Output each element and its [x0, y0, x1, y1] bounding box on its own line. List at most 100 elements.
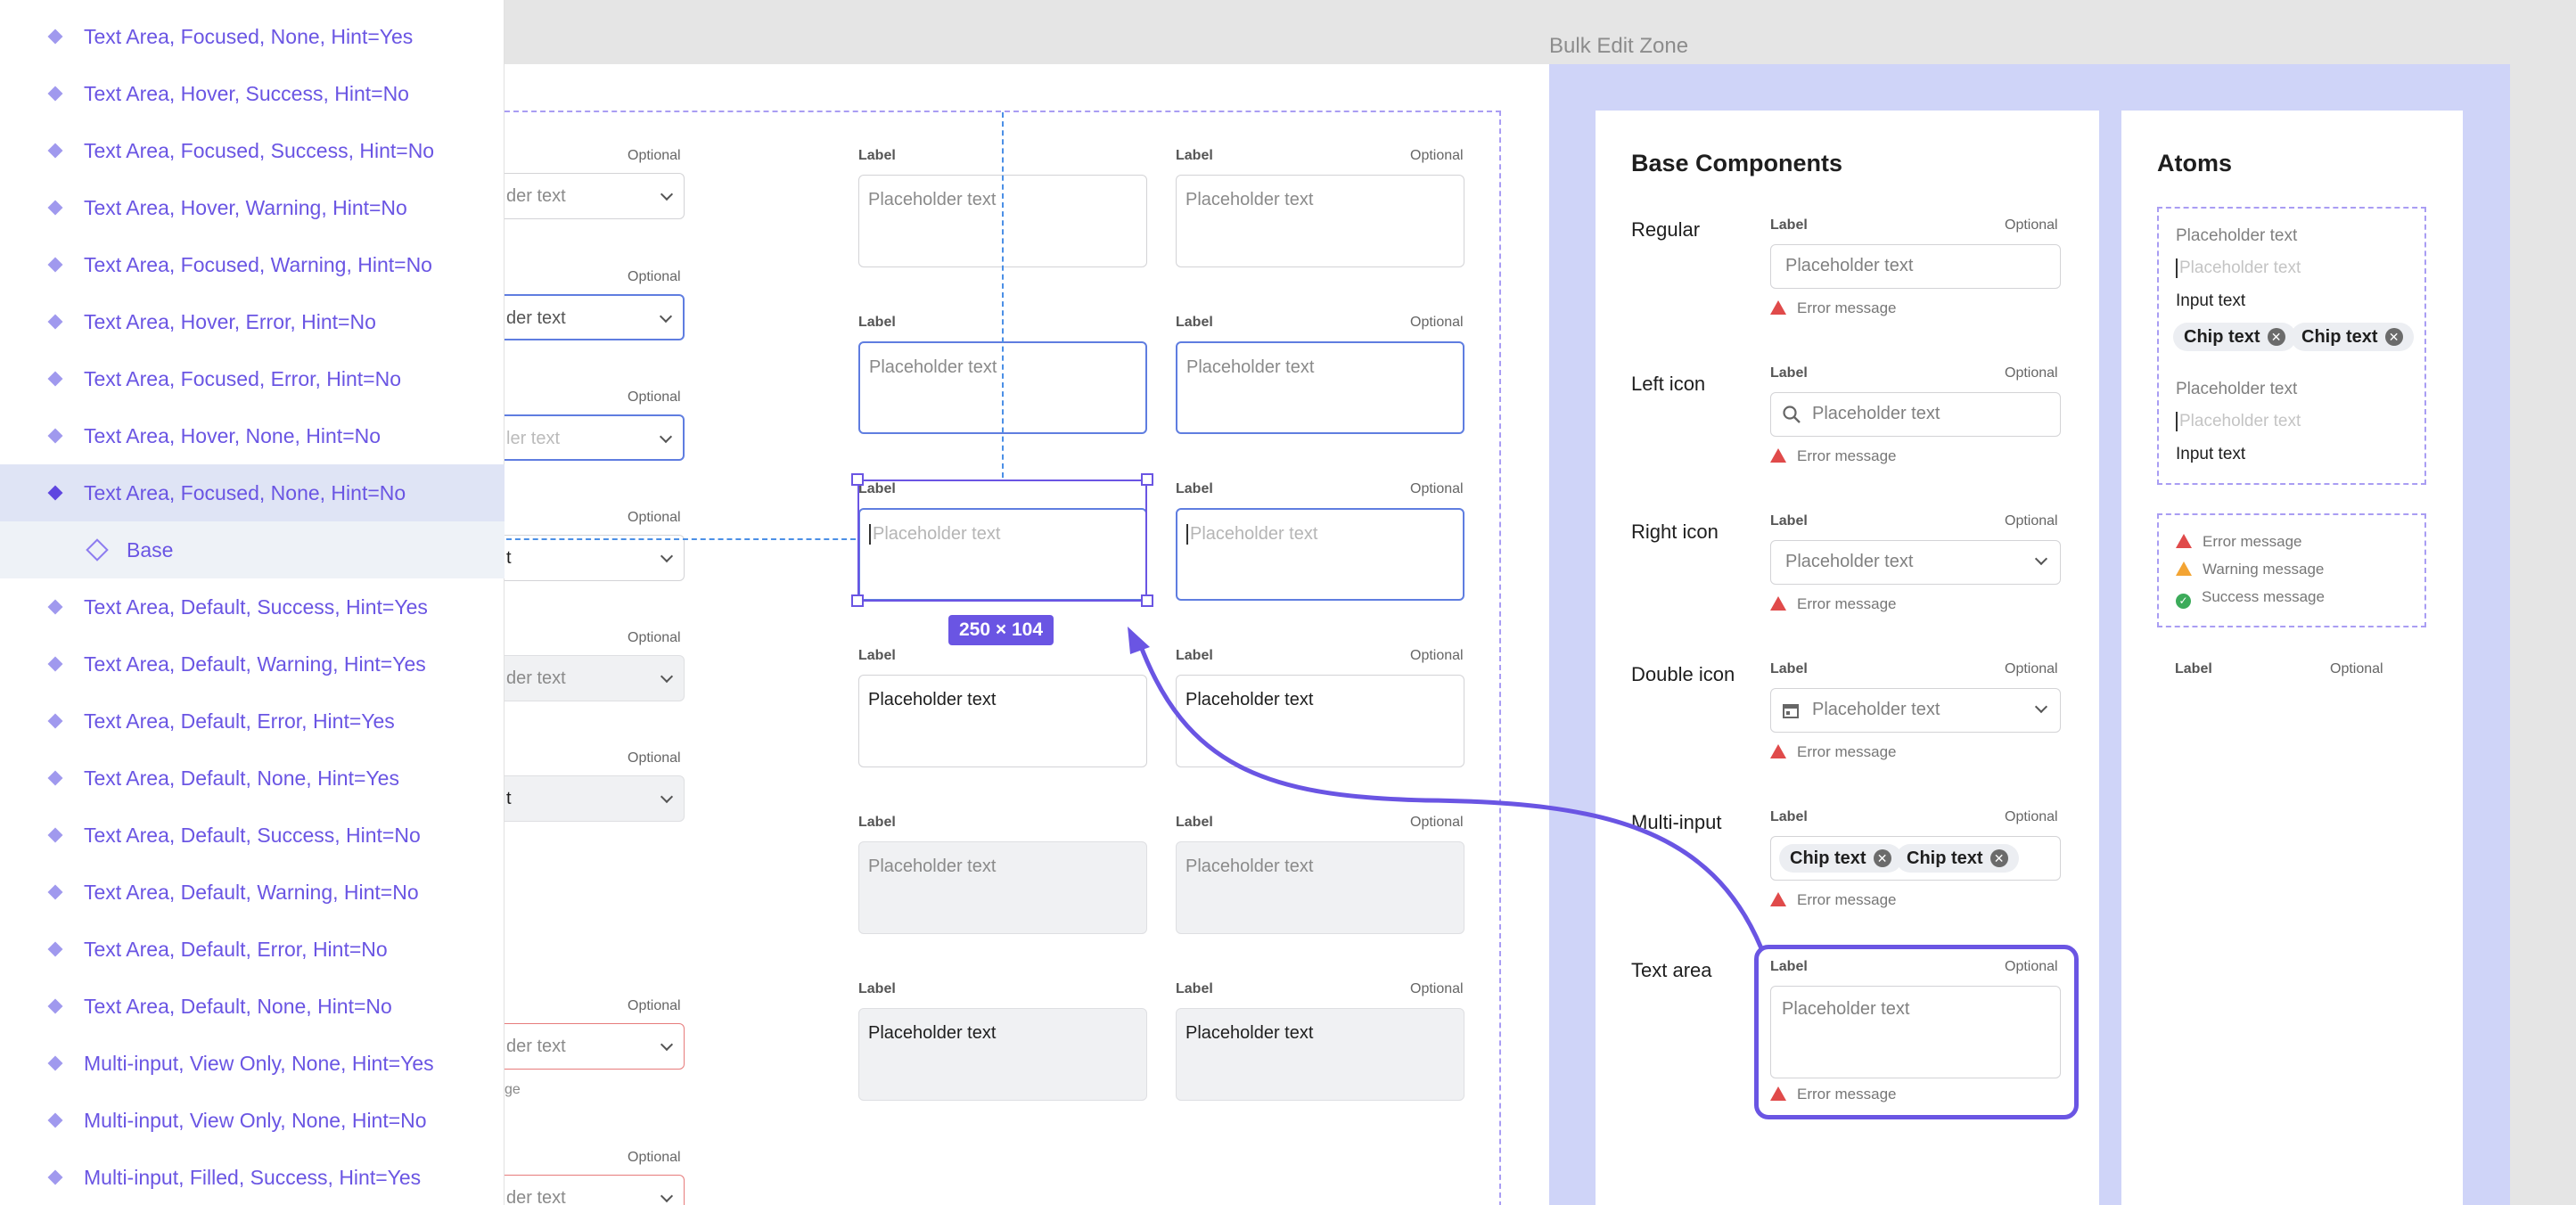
text-area-highlight	[1754, 945, 2079, 1119]
atoms-title: Atoms	[2157, 150, 2233, 176]
layer-item-selected[interactable]: Text Area, Focused, None, Hint=No	[0, 464, 505, 521]
textarea-default-hint[interactable]: Placeholder text	[1176, 175, 1464, 267]
textarea-filled[interactable]: Placeholder text	[858, 675, 1147, 767]
right-icon-input[interactable]: Placeholder text	[1770, 540, 2061, 585]
chip[interactable]: Chip text ✕	[1896, 844, 2019, 873]
optional-text: Optional	[628, 389, 681, 405]
error-icon	[1770, 892, 1786, 906]
layer-item[interactable]: Text Area, Focused, Error, Hint=No	[0, 350, 505, 407]
optional-atom: Optional	[2330, 661, 2383, 676]
left-icon-input[interactable]: Placeholder text	[1770, 392, 2061, 437]
component-icon	[47, 656, 63, 672]
layer-item-base[interactable]: Base	[0, 521, 505, 578]
selection-box[interactable]	[857, 480, 1147, 602]
optional-text: Optional	[2005, 365, 2058, 381]
error-icon	[2176, 534, 2192, 548]
select-field[interactable]: der text	[505, 655, 685, 701]
error-message: Error message	[1770, 595, 1896, 613]
select-field[interactable]: der text	[505, 294, 685, 340]
layer-item[interactable]: Text Area, Hover, None, Hint=No	[0, 407, 505, 464]
hint-text: ge	[505, 1082, 521, 1097]
instance-icon	[86, 538, 109, 562]
component-icon	[47, 827, 63, 843]
resize-handle[interactable]	[1141, 473, 1153, 486]
resize-handle[interactable]	[1141, 594, 1153, 607]
layer-item[interactable]: Text Area, Focused, None, Hint=Yes	[0, 8, 505, 65]
component-icon	[47, 1169, 63, 1185]
textarea-filled-hint[interactable]: Placeholder text	[1176, 675, 1464, 767]
field-label: Label	[858, 315, 896, 330]
textarea-view-only[interactable]: Placeholder text	[858, 1008, 1147, 1101]
layer-item[interactable]: Text Area, Hover, Warning, Hint=No	[0, 179, 505, 236]
optional-text: Optional	[628, 1150, 681, 1165]
chip-atom[interactable]: Chip text ✕	[2173, 323, 2296, 351]
component-icon	[47, 371, 63, 387]
textarea-view-only-hint[interactable]: Placeholder text	[1176, 1008, 1464, 1101]
error-icon	[1770, 300, 1786, 315]
layer-item[interactable]: Multi-input, View Only, None, Hint=No	[0, 1092, 505, 1149]
select-field[interactable]: t	[505, 535, 685, 581]
optional-text: Optional	[1410, 148, 1464, 163]
optional-text: Optional	[628, 269, 681, 284]
field-label: Label	[1176, 648, 1213, 663]
textarea-hover-hint[interactable]: Placeholder text	[1176, 341, 1464, 434]
bulk-edit-zone-title: Bulk Edit Zone	[1549, 34, 1689, 58]
dimension-badge: 250 × 104	[948, 615, 1054, 645]
layer-item[interactable]: Multi-input, Filled, Success, Hint=Yes	[0, 1149, 505, 1205]
layer-item[interactable]: Text Area, Default, Warning, Hint=No	[0, 864, 505, 921]
optional-text: Optional	[628, 998, 681, 1013]
optional-text: Optional	[628, 148, 681, 163]
input-text-atom: Input text	[2176, 291, 2246, 310]
optional-text: Optional	[1410, 481, 1464, 496]
layer-item[interactable]: Text Area, Focused, Warning, Hint=No	[0, 236, 505, 293]
component-icon	[47, 257, 63, 273]
layers-panel: Text Area, Focused, None, Hint=Yes Text …	[0, 0, 505, 1205]
layer-item[interactable]: Multi-input, View Only, None, Hint=Yes	[0, 1035, 505, 1092]
textarea-disabled[interactable]: Placeholder text	[858, 841, 1147, 934]
spacing-guide-horizontal	[506, 538, 856, 540]
component-icon	[47, 86, 63, 102]
layer-item[interactable]: Text Area, Default, Warning, Hint=Yes	[0, 635, 505, 693]
layer-item[interactable]: Text Area, Default, None, Hint=No	[0, 978, 505, 1035]
layer-item[interactable]: Text Area, Default, None, Hint=Yes	[0, 750, 505, 807]
chip[interactable]: Chip text ✕	[1779, 844, 1902, 873]
layer-item[interactable]: Text Area, Focused, Success, Hint=No	[0, 122, 505, 179]
placeholder-atom: Placeholder text	[2176, 226, 2298, 245]
layer-item[interactable]: Text Area, Hover, Error, Hint=No	[0, 293, 505, 350]
select-field[interactable]: ler text	[505, 414, 685, 461]
optional-text: Optional	[2005, 513, 2058, 529]
layer-item[interactable]: Text Area, Default, Error, Hint=No	[0, 921, 505, 978]
error-message: Error message	[1770, 891, 1896, 909]
chip-atom[interactable]: Chip text ✕	[2291, 323, 2414, 351]
field-label: Label	[858, 148, 896, 163]
row-name-double-icon: Double icon	[1631, 663, 1735, 685]
resize-handle[interactable]	[851, 594, 864, 607]
optional-text: Optional	[628, 630, 681, 645]
close-icon: ✕	[1873, 849, 1891, 867]
resize-handle[interactable]	[851, 473, 864, 486]
double-icon-input[interactable]: Placeholder text	[1770, 688, 2061, 733]
component-icon	[47, 1112, 63, 1128]
layer-item[interactable]: Text Area, Default, Success, Hint=Yes	[0, 578, 505, 635]
select-field[interactable]: der text	[505, 1175, 685, 1205]
optional-text: Optional	[1410, 648, 1464, 663]
regular-input[interactable]: Placeholder text	[1770, 244, 2061, 289]
row-name-left-icon: Left icon	[1631, 373, 1706, 395]
select-field[interactable]: der text	[505, 173, 685, 219]
placeholder-atom: Placeholder text	[2176, 380, 2298, 398]
layer-item[interactable]: Text Area, Default, Success, Hint=No	[0, 807, 505, 864]
select-field[interactable]: der text	[505, 1023, 685, 1070]
warning-message-atom: Warning message	[2176, 561, 2324, 578]
layer-item[interactable]: Text Area, Hover, Success, Hint=No	[0, 65, 505, 122]
close-icon: ✕	[2384, 328, 2403, 346]
optional-text: Optional	[2005, 217, 2058, 233]
textarea-disabled-hint[interactable]: Placeholder text	[1176, 841, 1464, 934]
select-field[interactable]: t	[505, 775, 685, 822]
layer-item[interactable]: Text Area, Default, Error, Hint=Yes	[0, 693, 505, 750]
textarea-focused-hint[interactable]: Placeholder text	[1176, 508, 1464, 601]
error-icon	[1770, 596, 1786, 611]
optional-text: Optional	[2005, 809, 2058, 824]
error-icon	[1770, 448, 1786, 463]
component-icon	[47, 941, 63, 957]
field-label: Label	[1176, 481, 1213, 496]
